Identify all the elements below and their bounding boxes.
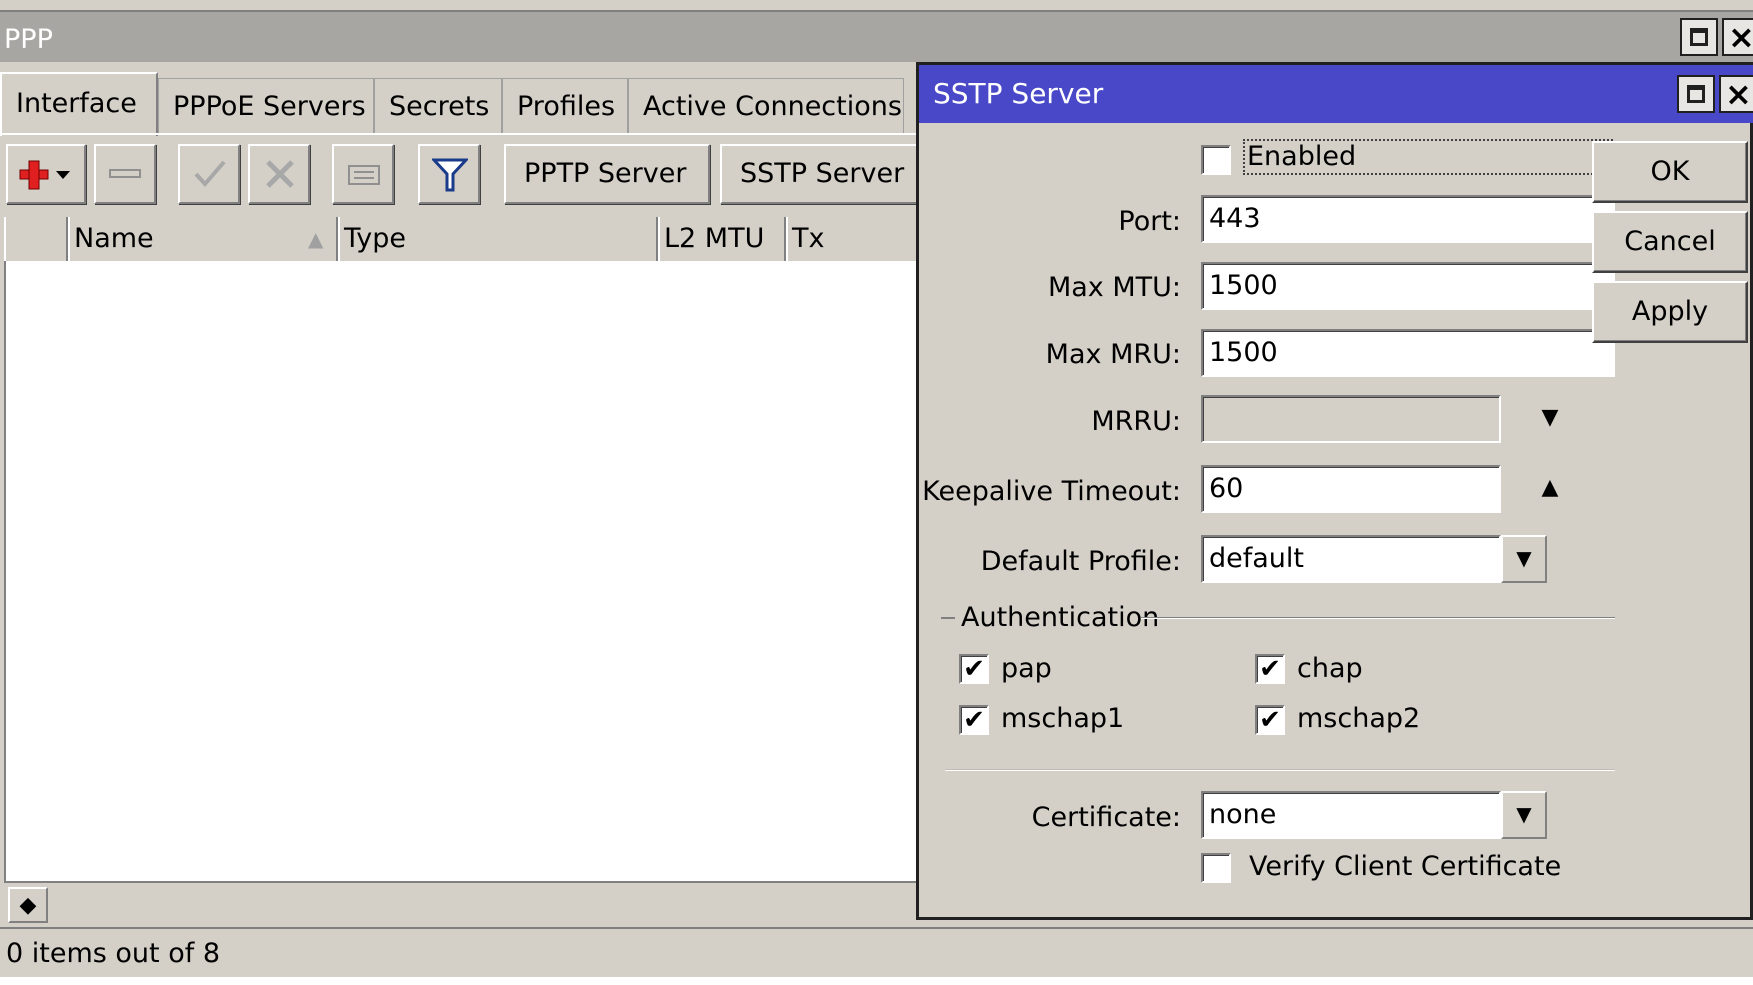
mschap2-label: mschap2: [1297, 703, 1421, 734]
dropdown-arrow-icon: ▼: [1516, 546, 1532, 570]
triangle-up-icon: ▲: [1541, 475, 1559, 500]
apply-button[interactable]: Apply: [1592, 281, 1748, 343]
mrru-field[interactable]: [1201, 395, 1501, 443]
tab-bar: Interface PPPoE Servers Secrets Profiles…: [0, 72, 920, 136]
keepalive-timeout-label: Keepalive Timeout:: [922, 476, 1181, 507]
dropdown-arrow-icon: ▼: [1516, 802, 1532, 826]
port-label: Port:: [1118, 206, 1181, 237]
sstp-server-button[interactable]: SSTP Server: [720, 144, 920, 204]
enabled-label[interactable]: Enabled: [1243, 139, 1613, 175]
window-title: PPP: [4, 24, 53, 55]
dialog-close-button[interactable]: ×: [1719, 75, 1753, 113]
add-button[interactable]: [6, 144, 86, 204]
authentication-heading: Authentication: [961, 602, 1160, 633]
tab-interface[interactable]: Interface: [0, 72, 158, 136]
triangle-down-icon: ▼: [1541, 405, 1559, 430]
tab-pppoe-servers[interactable]: PPPoE Servers: [158, 78, 374, 134]
ok-button[interactable]: OK: [1592, 141, 1748, 203]
keepalive-collapse-button[interactable]: ▲: [1527, 465, 1573, 513]
chap-checkbox[interactable]: ✔: [1255, 654, 1285, 684]
filter-button[interactable]: [418, 144, 480, 204]
sstp-server-dialog: SSTP Server × Enabled Port: 443 Max MTU:…: [916, 62, 1753, 920]
arrow-left-icon: ◆: [19, 893, 37, 918]
dialog-title: SSTP Server: [933, 77, 1104, 110]
maximize-icon: [1690, 28, 1708, 46]
dialog-maximize-button[interactable]: [1677, 75, 1715, 113]
tab-active-connections[interactable]: Active Connections: [628, 78, 904, 134]
certificate-field[interactable]: none: [1201, 791, 1501, 839]
mschap1-label: mschap1: [1001, 703, 1125, 734]
verify-client-certificate-checkbox[interactable]: [1201, 853, 1231, 883]
comment-button[interactable]: [332, 144, 394, 204]
enable-button[interactable]: [178, 144, 240, 204]
column-type[interactable]: Type: [338, 217, 658, 261]
plus-red-icon: [19, 160, 70, 190]
column-name[interactable]: Name ▲: [68, 217, 338, 261]
certificate-label: Certificate:: [1031, 802, 1181, 833]
sort-ascending-icon: ▲: [308, 227, 324, 251]
scroll-left-button[interactable]: ◆: [8, 887, 48, 923]
close-icon: ×: [1725, 75, 1752, 113]
max-mtu-label: Max MTU:: [1047, 272, 1181, 303]
cross-icon: [266, 160, 294, 188]
close-button[interactable]: ×: [1722, 18, 1753, 56]
max-mru-label: Max MRU:: [1045, 339, 1181, 370]
grid-body[interactable]: [4, 261, 920, 881]
ppp-titlebar[interactable]: PPP ×: [0, 10, 1753, 62]
mschap2-checkbox[interactable]: ✔: [1255, 705, 1285, 735]
default-profile-field[interactable]: default: [1201, 535, 1501, 583]
status-bar: 0 items out of 8: [0, 927, 1753, 977]
default-profile-label: Default Profile:: [980, 546, 1181, 577]
window-bottom-edge: [0, 977, 1753, 985]
mrru-expand-button[interactable]: ▼: [1527, 395, 1573, 443]
dialog-titlebar[interactable]: SSTP Server ×: [919, 65, 1753, 123]
max-mtu-field[interactable]: 1500: [1201, 262, 1615, 310]
tab-secrets[interactable]: Secrets: [374, 78, 502, 134]
comment-icon: [348, 165, 380, 185]
column-name-label: Name: [74, 223, 154, 254]
mschap1-checkbox[interactable]: ✔: [959, 705, 989, 735]
column-l2-mtu[interactable]: L2 MTU: [658, 217, 786, 261]
keepalive-timeout-field[interactable]: 60: [1201, 465, 1501, 513]
auth-line-right: [1141, 617, 1615, 619]
pap-checkbox[interactable]: ✔: [959, 654, 989, 684]
mrru-label: MRRU:: [1091, 406, 1181, 437]
enabled-checkbox[interactable]: [1201, 145, 1231, 175]
port-field[interactable]: 443: [1201, 195, 1615, 243]
chap-label: chap: [1297, 653, 1363, 684]
minus-icon: [109, 169, 141, 178]
close-icon: ×: [1728, 18, 1753, 56]
section-divider: [945, 769, 1615, 771]
pap-label: pap: [1001, 653, 1052, 684]
disable-button[interactable]: [248, 144, 310, 204]
remove-button[interactable]: [94, 144, 156, 204]
funnel-icon: [432, 158, 468, 192]
status-text: 0 items out of 8: [6, 938, 220, 969]
check-icon: [194, 160, 226, 188]
certificate-dropdown-button[interactable]: ▼: [1501, 791, 1547, 839]
maximize-icon: [1687, 85, 1705, 103]
auth-line-left: [941, 617, 955, 619]
cancel-button[interactable]: Cancel: [1592, 211, 1748, 273]
tab-profiles[interactable]: Profiles: [502, 78, 628, 134]
grid-header: Name ▲ Type L2 MTU Tx: [4, 217, 920, 261]
max-mru-field[interactable]: 1500: [1201, 329, 1615, 377]
verify-client-certificate-label: Verify Client Certificate: [1249, 851, 1562, 882]
default-profile-dropdown-button[interactable]: ▼: [1501, 535, 1547, 583]
column-selector[interactable]: [4, 217, 68, 261]
maximize-button[interactable]: [1680, 18, 1718, 56]
tab-divider: [0, 133, 920, 135]
pptp-server-button[interactable]: PPTP Server: [504, 144, 710, 204]
